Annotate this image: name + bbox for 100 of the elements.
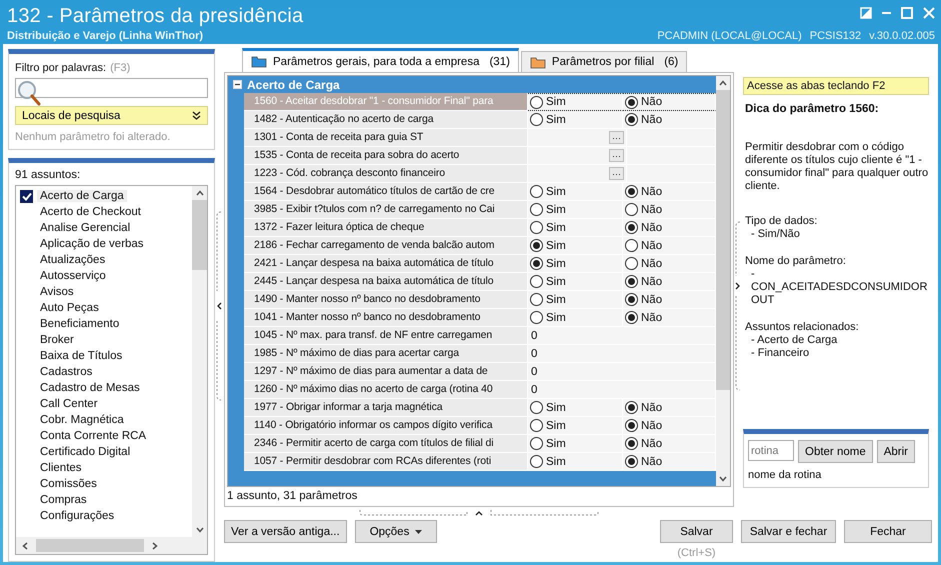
close-button[interactable]: Fechar	[844, 520, 932, 543]
subject-item[interactable]: Analise Gerencial	[20, 220, 192, 236]
parameter-label[interactable]: 1564 - Desdobrar automático títulos de cartão de cre	[244, 183, 528, 201]
subject-item[interactable]: Certificado Digital	[20, 444, 192, 460]
parameter-label[interactable]: 1985 - Nº máximo de dias para acertar carga	[244, 345, 528, 363]
save-and-close-button[interactable]: Salvar e fechar	[741, 520, 836, 543]
subject-item[interactable]: Autosserviço	[20, 268, 192, 284]
subject-item[interactable]: Acerto de Checkout	[20, 204, 192, 220]
options-button[interactable]: Opções	[354, 520, 438, 543]
radio-button[interactable]	[625, 401, 638, 414]
old-version-button[interactable]: Ver a versão antiga...	[224, 520, 347, 543]
scroll-thumb[interactable]	[36, 539, 144, 552]
parameter-label[interactable]: 2421 - Lançar despesa na baixa automática de título	[244, 255, 528, 273]
radio-button[interactable]	[625, 419, 638, 432]
radio-button[interactable]	[625, 275, 638, 288]
parameter-label[interactable]: 1297 - Nº máximo de dias para aumentar a data de	[244, 363, 528, 381]
parameter-label[interactable]: 1482 - Autenticação no acerto de carga	[244, 111, 528, 129]
tab[interactable]: Parâmetros gerais, para toda a empresa (31)	[242, 48, 519, 72]
subject-item[interactable]: Compras	[20, 492, 192, 508]
radio-button[interactable]	[625, 257, 638, 270]
horizontal-scrollbar[interactable]	[16, 537, 207, 554]
search-locations-dropdown[interactable]: Locais de pesquisa	[15, 106, 208, 125]
radio-button[interactable]	[530, 293, 543, 306]
radio-button[interactable]	[625, 221, 638, 234]
radio-button[interactable]	[530, 437, 543, 450]
parameter-label[interactable]: 2346 - Permitir acerto de carga com títulos de filial di	[244, 435, 528, 453]
radio-button[interactable]	[530, 96, 543, 108]
routine-field[interactable]: rotina	[748, 440, 794, 461]
parameter-label[interactable]: 1260 - Nº máximo dias no acerto de carga (rotina 40	[244, 381, 528, 399]
option-label: Sim	[546, 222, 566, 234]
radio-button[interactable]	[530, 113, 543, 126]
radio-button[interactable]	[530, 455, 543, 468]
parameter-label[interactable]: 1372 - Fazer leitura óptica de cheque	[244, 219, 528, 237]
get-name-button[interactable]: Obter nome	[798, 440, 873, 463]
ellipsis-button[interactable]: ···	[609, 167, 624, 180]
subject-item[interactable]: Atualizações	[20, 252, 192, 268]
subject-item[interactable]: Call Center	[20, 396, 192, 412]
radio-button[interactable]	[530, 275, 543, 288]
parameter-label[interactable]: 1041 - Manter nosso nº banco no desdobramento	[244, 309, 528, 327]
tab[interactable]: Parâmetros por filial (6)	[520, 51, 688, 72]
save-button[interactable]: Salvar	[660, 520, 733, 543]
maximize-button[interactable]	[899, 6, 915, 20]
parameter-label[interactable]: 1490 - Manter nosso nº banco no desdobramento	[244, 291, 528, 309]
radio-button[interactable]	[530, 257, 543, 270]
scroll-left-icon	[22, 542, 28, 550]
subject-item[interactable]: Beneficiamento	[20, 316, 192, 332]
parameter-label[interactable]: 1535 - Conta de receita para sobra do acerto	[244, 147, 528, 165]
subject-item[interactable]: Acerto de Carga	[20, 188, 192, 204]
radio-button[interactable]	[530, 419, 543, 432]
restore-button[interactable]	[858, 6, 874, 20]
parameter-label[interactable]: 3985 - Exibir t?tulos com n? de carregamento no Cai	[244, 201, 528, 219]
radio-button[interactable]	[625, 311, 638, 324]
subject-item[interactable]: Comissões	[20, 476, 192, 492]
radio-button[interactable]	[530, 239, 543, 252]
radio-button[interactable]	[625, 239, 638, 252]
radio-button[interactable]	[625, 437, 638, 450]
search-field[interactable]	[15, 78, 208, 98]
parameter-label[interactable]: 1977 - Obrigar informar a tarja magnética	[244, 399, 528, 417]
checkbox[interactable]	[20, 190, 33, 202]
open-button[interactable]: Abrir	[876, 440, 916, 463]
radio-button[interactable]	[625, 455, 638, 468]
ellipsis-button[interactable]: ···	[609, 131, 624, 144]
subject-item[interactable]: Clientes	[20, 460, 192, 476]
scroll-thumb[interactable]	[716, 90, 730, 390]
subject-item[interactable]: Auto Peças	[20, 300, 192, 316]
radio-button[interactable]	[530, 203, 543, 216]
subject-item[interactable]: Cobr. Magnética	[20, 412, 192, 428]
value-text: 0	[531, 366, 538, 378]
radio-button[interactable]	[625, 185, 638, 198]
parameter-label[interactable]: 2186 - Fechar carregamento de venda balcão autom	[244, 237, 528, 255]
subject-item[interactable]: Conta Corrente RCA	[20, 428, 192, 444]
scrollbar[interactable]	[716, 76, 730, 486]
radio-button[interactable]	[625, 293, 638, 306]
parameter-label[interactable]: 1140 - Obrigatório informar os campos dígito verifica	[244, 417, 528, 435]
scroll-thumb[interactable]	[192, 200, 207, 270]
subject-item[interactable]: Aplicação de verbas	[20, 236, 192, 252]
radio-button[interactable]	[625, 96, 638, 108]
magnifier-icon	[17, 80, 41, 106]
radio-button[interactable]	[530, 185, 543, 198]
radio-button[interactable]	[530, 401, 543, 414]
radio-button[interactable]	[625, 113, 638, 126]
radio-button[interactable]	[530, 311, 543, 324]
subject-item[interactable]: Cadastro de Mesas	[20, 380, 192, 396]
option-label: Sim	[546, 276, 566, 288]
parameter-label[interactable]: 2445 - Lançar despesa na baixa automática de título	[244, 273, 528, 291]
parameter-label[interactable]: 1045 - Nº max. para transf. de NF entre carregamen	[244, 327, 528, 345]
scrollbar[interactable]	[192, 186, 207, 537]
parameter-label[interactable]: 1223 - Cód. cobrança desconto financeiro	[244, 165, 528, 183]
subject-item[interactable]: Baixa de Títulos	[20, 348, 192, 364]
subject-item[interactable]: Cadastros	[20, 364, 192, 380]
subject-item[interactable]: Broker	[20, 332, 192, 348]
parameter-label[interactable]: 1057 - Permitir desdobrar com RCAs diferentes (roti	[244, 453, 528, 471]
subject-item[interactable]: Configurações	[20, 508, 192, 524]
option-label: Sim	[546, 258, 566, 270]
close-button[interactable]	[921, 6, 937, 20]
subject-item[interactable]: Avisos	[20, 284, 192, 300]
parameter-label[interactable]: 1301 - Conta de receita para guia ST	[244, 129, 528, 147]
radio-button[interactable]	[530, 221, 543, 234]
radio-button[interactable]	[625, 203, 638, 216]
ellipsis-button[interactable]: ···	[609, 149, 624, 162]
